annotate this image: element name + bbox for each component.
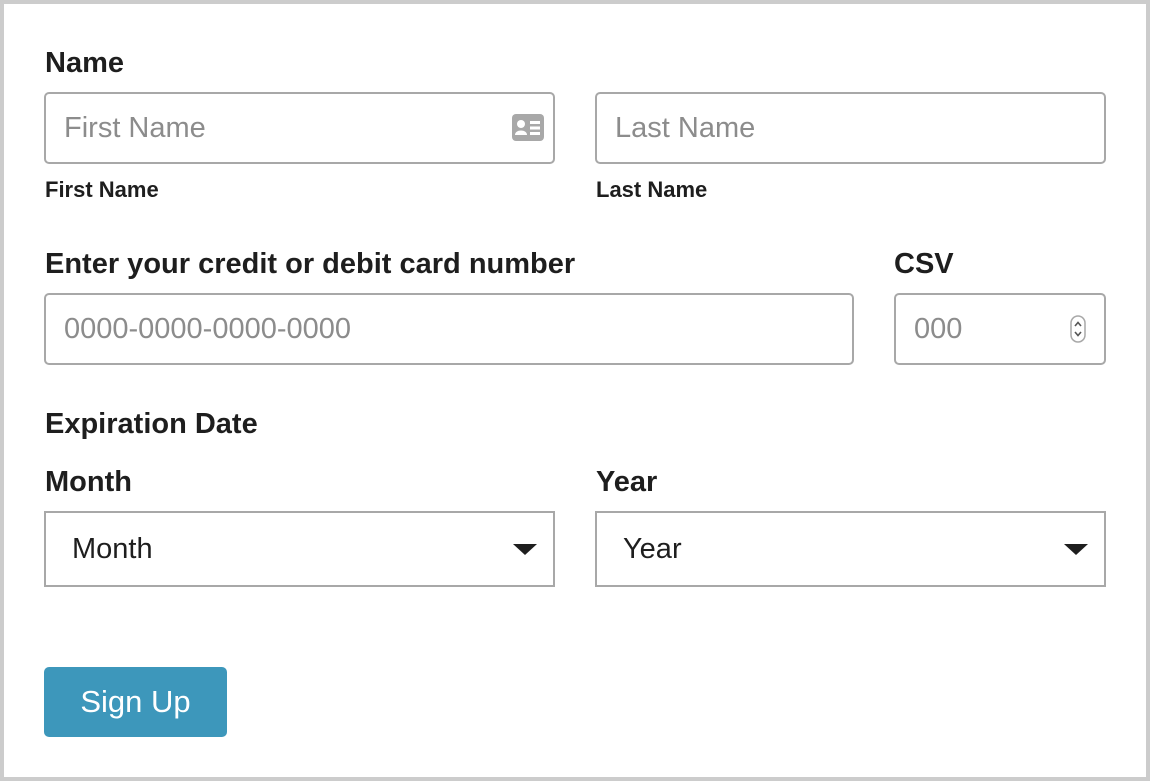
year-label: Year [596,466,658,498]
caret-down-icon [1064,544,1088,555]
contact-card-icon [512,114,544,141]
csv-label: CSV [894,248,954,280]
year-selected-value: Year [623,532,682,565]
first-name-caption: First Name [45,177,159,202]
month-select[interactable]: Month [44,511,555,587]
form-frame: Name First Name Last Name Enter your cre… [0,0,1150,781]
expiration-heading: Expiration Date [45,408,258,440]
card-number-input[interactable] [44,293,854,365]
sign-up-button[interactable]: Sign Up [44,667,227,737]
month-selected-value: Month [72,532,153,565]
year-select[interactable]: Year [595,511,1106,587]
first-name-input[interactable] [44,92,555,164]
card-number-label: Enter your credit or debit card number [45,248,576,280]
spinner-arrows-icon[interactable] [1070,315,1086,343]
last-name-caption: Last Name [596,177,708,202]
name-heading: Name [45,47,124,79]
last-name-input[interactable] [595,92,1106,164]
month-label: Month [45,466,132,498]
caret-down-icon [513,544,537,555]
